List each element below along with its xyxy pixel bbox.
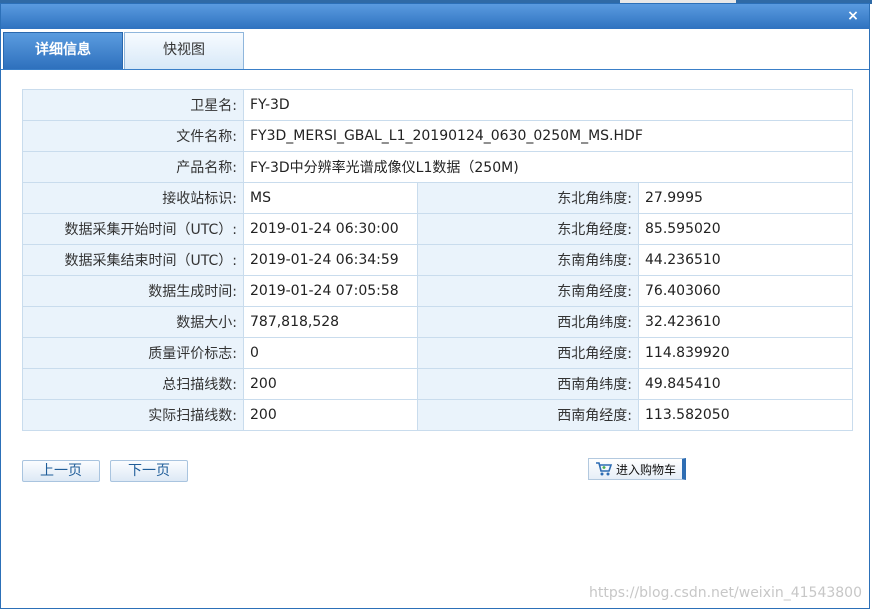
table-row: 文件名称: FY3D_MERSI_GBAL_L1_20190124_0630_0… [22,120,853,152]
table-row: 数据生成时间: 2019-01-24 07:05:58 东南角经度: 76.40… [22,275,853,307]
field-value-filename: FY3D_MERSI_GBAL_L1_20190124_0630_0250M_M… [243,120,853,152]
field-label: 西北角纬度: [417,306,639,338]
detail-dialog: × 详细信息 快视图 卫星名: FY-3D 文件名称: FY3D_MERSI_G… [0,3,870,609]
field-label: 东北角纬度: [417,182,639,214]
field-value: 76.403060 [638,275,853,307]
tab-details[interactable]: 详细信息 [3,32,123,69]
field-label: 数据采集开始时间（UTC）: [22,213,244,245]
field-value-satellite: FY-3D [243,89,853,121]
table-row: 总扫描线数: 200 西南角纬度: 49.845410 [22,368,853,400]
field-label-filename: 文件名称: [22,120,244,152]
field-label: 东北角经度: [417,213,639,245]
field-value: 113.582050 [638,399,853,431]
table-row: 实际扫描线数: 200 西南角经度: 113.582050 [22,399,853,431]
field-label: 质量评价标志: [22,337,244,369]
table-row: 产品名称: FY-3D中分辨率光谱成像仪L1数据（250M) [22,151,853,183]
field-label: 西南角经度: [417,399,639,431]
table-row: 数据采集开始时间（UTC）: 2019-01-24 06:30:00 东北角经度… [22,213,853,245]
field-label: 西南角纬度: [417,368,639,400]
field-value-product: FY-3D中分辨率光谱成像仪L1数据（250M) [243,151,853,183]
detail-info-table: 卫星名: FY-3D 文件名称: FY3D_MERSI_GBAL_L1_2019… [22,89,853,431]
field-label-satellite: 卫星名: [22,89,244,121]
field-value: 200 [243,368,418,400]
field-label: 总扫描线数: [22,368,244,400]
field-label: 接收站标识: [22,182,244,214]
shopping-cart-icon [596,462,613,476]
close-icon[interactable]: × [845,7,861,25]
field-value: 787,818,528 [243,306,418,338]
watermark-text: https://blog.csdn.net/weixin_41543800 [588,585,862,601]
dialog-titlebar: × [1,4,869,29]
tab-quickview[interactable]: 快视图 [124,32,244,69]
field-value: 114.839920 [638,337,853,369]
field-value: 44.236510 [638,244,853,276]
field-value: 49.845410 [638,368,853,400]
field-value: 200 [243,399,418,431]
prev-page-button[interactable]: 上一页 [22,460,100,482]
field-label: 实际扫描线数: [22,399,244,431]
field-label: 东南角经度: [417,275,639,307]
tab-bar: 详细信息 快视图 [1,29,869,70]
field-value: 85.595020 [638,213,853,245]
field-value: 32.423610 [638,306,853,338]
field-value: 2019-01-24 06:34:59 [243,244,418,276]
add-to-cart-button[interactable]: 进入购物车 [588,458,686,480]
next-page-button[interactable]: 下一页 [110,460,188,482]
field-value: MS [243,182,418,214]
field-label: 东南角纬度: [417,244,639,276]
field-value: 0 [243,337,418,369]
table-row: 数据大小: 787,818,528 西北角纬度: 32.423610 [22,306,853,338]
add-to-cart-label: 进入购物车 [616,462,677,477]
table-row: 质量评价标志: 0 西北角经度: 114.839920 [22,337,853,369]
field-label: 数据大小: [22,306,244,338]
table-row: 数据采集结束时间（UTC）: 2019-01-24 06:34:59 东南角纬度… [22,244,853,276]
table-row: 接收站标识: MS 东北角纬度: 27.9995 [22,182,853,214]
field-label-product: 产品名称: [22,151,244,183]
field-label: 数据生成时间: [22,275,244,307]
field-value: 2019-01-24 06:30:00 [243,213,418,245]
field-label: 数据采集结束时间（UTC）: [22,244,244,276]
field-value: 27.9995 [638,182,853,214]
field-value: 2019-01-24 07:05:58 [243,275,418,307]
field-label: 西北角经度: [417,337,639,369]
table-row: 卫星名: FY-3D [22,89,853,121]
